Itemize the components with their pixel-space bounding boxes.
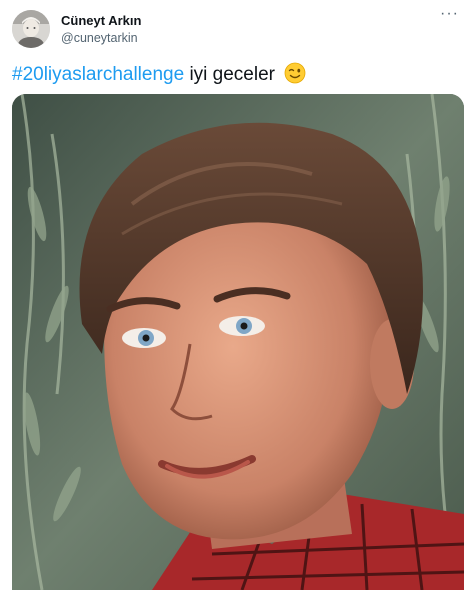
- avatar[interactable]: [12, 10, 50, 48]
- profile-photo-icon: [12, 10, 50, 48]
- tweet-media-photo[interactable]: [12, 94, 464, 590]
- author-name[interactable]: Cüneyt Arkın: [61, 13, 141, 28]
- hashtag-link[interactable]: #20liyaslarchallenge: [12, 64, 184, 85]
- winking-face-icon: [284, 62, 306, 90]
- tweet-card: Cüneyt Arkın @cuneytarkin ··· #20liyasla…: [0, 0, 471, 590]
- tweet-body-text: iyi geceler: [189, 64, 275, 85]
- more-options-icon[interactable]: ···: [440, 6, 459, 22]
- portrait-photo-icon: [12, 94, 464, 590]
- author-handle[interactable]: @cuneytarkin: [61, 31, 138, 45]
- tweet-text: #20liyaslarchallenge iyi geceler: [12, 62, 306, 90]
